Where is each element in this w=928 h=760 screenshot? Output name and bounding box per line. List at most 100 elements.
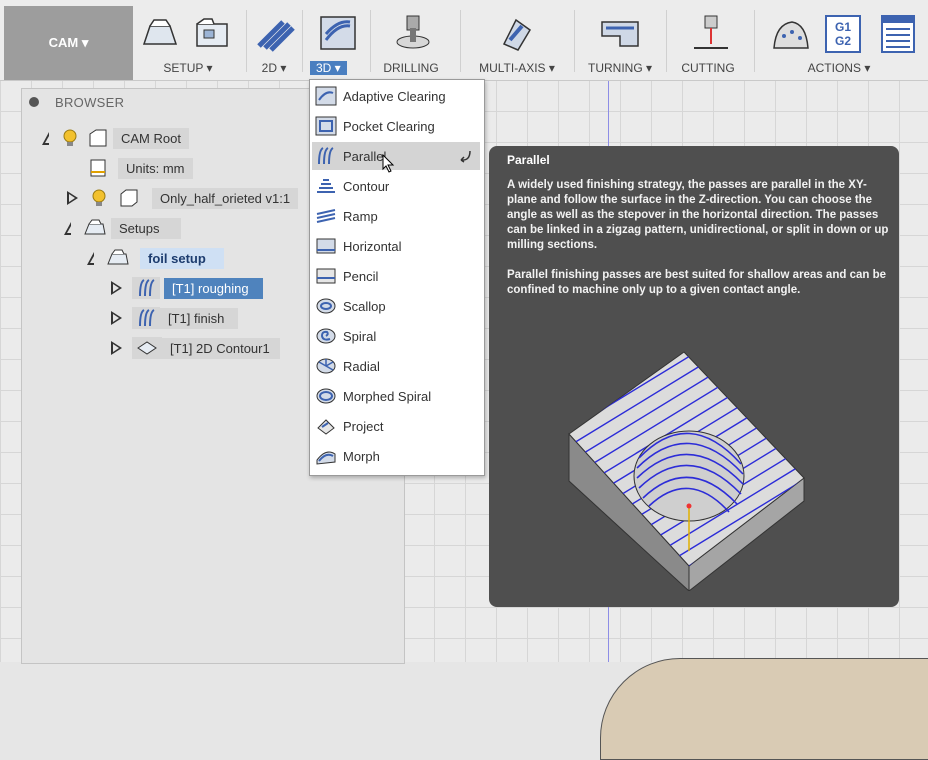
menu-item-ramp[interactable]: Ramp — [312, 202, 480, 230]
tooltip-title: Parallel — [507, 153, 550, 167]
menu-item-adaptive-clearing[interactable]: Adaptive Clearing — [312, 82, 480, 110]
menu-item-spiral[interactable]: Spiral — [312, 322, 480, 350]
2d-milling-icon[interactable] — [255, 14, 297, 54]
menu-item-parallel[interactable]: Parallel — [312, 142, 480, 173]
tree-label[interactable]: CAM Root — [113, 127, 189, 149]
component-icon — [120, 189, 138, 207]
setup-menu[interactable]: SETUP ▾ — [160, 61, 216, 75]
workspace-cam-button[interactable]: CAM ▾ — [4, 6, 133, 80]
menu-item-label: Project — [343, 418, 384, 434]
cam-root-icon — [89, 129, 107, 147]
svg-text:G2: G2 — [835, 34, 851, 48]
radial-icon — [316, 358, 336, 374]
tree-label[interactable]: [T1] 2D Contour1 — [162, 337, 280, 359]
tree-label[interactable]: foil setup — [140, 247, 224, 269]
3d-menu[interactable]: 3D ▾ — [310, 61, 347, 75]
parallel-toolpath-icon — [139, 309, 155, 327]
scallop-icon — [316, 298, 336, 314]
parallel-toolpath-icon — [139, 279, 155, 297]
tree-row-operation[interactable]: [T1] 2D Contour1 — [111, 336, 280, 360]
lightbulb-icon[interactable] — [61, 128, 79, 148]
pocket-clearing-icon — [315, 116, 337, 136]
turning-icon[interactable] — [600, 14, 642, 54]
menu-item-contour[interactable]: Contour — [312, 172, 480, 200]
tree-label[interactable]: Units: mm — [118, 157, 193, 179]
turning-menu[interactable]: TURNING ▾ — [586, 61, 654, 75]
cutting-icon[interactable] — [690, 14, 732, 54]
setup-icon — [107, 249, 129, 265]
menu-item-pencil[interactable]: Pencil — [312, 262, 480, 290]
menu-item-label: Parallel — [343, 148, 387, 164]
multi-axis-icon[interactable] — [496, 14, 538, 54]
operation-chip — [132, 337, 162, 359]
tree-label[interactable]: [T1] roughing — [164, 277, 263, 299]
menu-item-label: Contour — [343, 178, 390, 194]
menu-item-label: Spiral — [343, 328, 377, 344]
expanded-triangle-icon[interactable] — [64, 221, 71, 235]
operation-chip — [132, 277, 160, 299]
toolbar-separator — [302, 10, 303, 72]
setups-folder-icon — [84, 219, 106, 235]
drilling-menu[interactable]: DRILLING — [382, 61, 440, 75]
menu-item-pocket-clearing[interactable]: Pocket Clearing — [312, 112, 480, 140]
tree-row-operation[interactable]: [T1] roughing — [111, 276, 263, 300]
tree-row-foil-setup[interactable]: foil setup — [87, 246, 224, 270]
menu-item-label: Morphed Spiral — [343, 388, 432, 404]
setup-icon[interactable] — [140, 14, 182, 54]
ramp-icon — [316, 209, 336, 223]
collapsed-triangle-icon[interactable] — [111, 281, 122, 295]
lightbulb-icon[interactable] — [90, 188, 108, 208]
menu-item-radial[interactable]: Radial — [312, 352, 480, 380]
toolbar-separator — [246, 10, 247, 72]
2d-contour-icon — [137, 341, 157, 355]
tree-row-units[interactable]: Units: mm — [88, 156, 193, 180]
toolbar-separator — [460, 10, 461, 72]
undo-arrow-icon — [460, 150, 471, 163]
menu-item-project[interactable]: Project — [312, 412, 480, 440]
tree-label[interactable]: Only_half_orieted v1:1 — [152, 187, 299, 209]
expanded-triangle-icon[interactable] — [42, 131, 49, 145]
collapsed-triangle-icon[interactable] — [67, 191, 78, 205]
drilling-icon[interactable] — [392, 14, 434, 54]
actions-menu[interactable]: ACTIONS ▾ — [802, 61, 876, 75]
tree-row-operation[interactable]: [T1] finish — [111, 306, 239, 330]
adaptive-clearing-icon — [315, 86, 337, 106]
post-process-icon[interactable]: G1 G2 — [822, 14, 864, 54]
collapsed-triangle-icon[interactable] — [111, 341, 122, 355]
tree-label[interactable]: [T1] finish — [160, 307, 239, 329]
operation-chip — [132, 307, 160, 329]
tooltip-paragraph: Parallel finishing passes are best suite… — [507, 269, 887, 296]
parallel-tooltip: Parallel A widely used finishing strateg… — [489, 146, 899, 607]
setup-sheet-icon[interactable] — [878, 14, 920, 54]
3d-milling-icon[interactable] — [318, 14, 360, 54]
mouse-cursor-icon — [382, 154, 395, 173]
expanded-triangle-icon[interactable] — [87, 251, 94, 265]
toolbar-separator — [370, 10, 371, 72]
menu-item-label: Horizontal — [343, 238, 402, 254]
model-stock[interactable] — [600, 658, 928, 760]
morphed-spiral-icon — [316, 388, 336, 404]
collapse-icon[interactable] — [29, 97, 39, 107]
menu-item-label: Ramp — [343, 208, 378, 224]
setup-folder-icon[interactable] — [192, 14, 234, 54]
menu-item-morph[interactable]: Morph — [312, 442, 480, 470]
spiral-icon — [316, 328, 336, 344]
menu-item-label: Pocket Clearing — [343, 118, 435, 134]
menu-item-morphed-spiral[interactable]: Morphed Spiral — [312, 382, 480, 410]
menu-item-label: Adaptive Clearing — [343, 88, 446, 104]
multi-axis-menu[interactable]: MULTI-AXIS ▾ — [475, 61, 559, 75]
toolbar-separator — [754, 10, 755, 72]
cutting-menu[interactable]: CUTTING — [680, 61, 736, 75]
tree-label[interactable]: Setups — [111, 217, 182, 239]
menu-item-horizontal[interactable]: Horizontal — [312, 232, 480, 260]
tree-row-model[interactable]: Only_half_orieted v1:1 — [67, 186, 299, 210]
simulate-icon[interactable] — [770, 14, 812, 54]
tree-row-cam-root[interactable]: CAM Root — [42, 126, 189, 150]
2d-menu[interactable]: 2D ▾ — [258, 61, 290, 75]
svg-text:G1: G1 — [835, 20, 851, 34]
horizontal-icon — [316, 238, 336, 254]
tree-row-setups[interactable]: Setups — [64, 216, 182, 240]
contour-icon — [317, 179, 335, 193]
menu-item-scallop[interactable]: Scallop — [312, 292, 480, 320]
collapsed-triangle-icon[interactable] — [111, 311, 122, 325]
